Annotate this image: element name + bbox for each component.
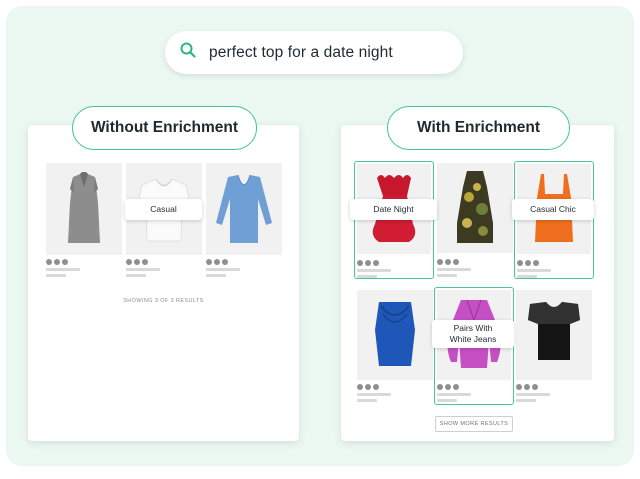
product-image-grey-sleeveless-top[interactable] [46, 163, 122, 255]
price-placeholder [46, 274, 66, 277]
product-image-black-lace-top[interactable] [516, 290, 592, 380]
search-bar[interactable]: perfect top for a date night [165, 31, 463, 74]
price-placeholder [206, 274, 226, 277]
price-placeholder [126, 274, 146, 277]
tag-casual: Casual [125, 199, 202, 220]
tag-date-night: Date Night [350, 199, 437, 220]
color-swatches[interactable] [206, 259, 228, 265]
product-card[interactable] [357, 290, 433, 405]
color-swatches[interactable] [46, 259, 68, 265]
product-card[interactable] [516, 290, 592, 405]
title-placeholder [357, 393, 391, 396]
product-card[interactable] [206, 163, 282, 278]
search-query[interactable]: perfect top for a date night [209, 44, 393, 62]
with-enrichment-title: With Enrichment [387, 106, 570, 150]
color-swatches[interactable] [437, 259, 459, 265]
product-card[interactable] [46, 163, 122, 278]
color-swatches[interactable] [517, 260, 539, 266]
search-icon [179, 41, 197, 64]
title-placeholder [126, 268, 160, 271]
price-placeholder [437, 274, 457, 277]
color-swatches[interactable] [357, 260, 379, 266]
product-card-highlighted[interactable] [354, 161, 434, 279]
color-swatches[interactable] [126, 259, 148, 265]
product-image-blue-cowl-top[interactable] [357, 290, 433, 380]
color-swatches[interactable] [357, 384, 379, 390]
price-placeholder [357, 275, 377, 278]
price-placeholder [437, 399, 457, 402]
without-enrichment-title: Without Enrichment [72, 106, 257, 150]
show-more-results-button[interactable]: SHOW MORE RESULTS [435, 416, 513, 432]
title-placeholder [437, 393, 471, 396]
title-placeholder [206, 268, 240, 271]
tag-casual-chic: Casual Chic [512, 199, 594, 220]
product-card-highlighted[interactable] [514, 161, 594, 279]
title-placeholder [437, 268, 471, 271]
price-placeholder [357, 399, 377, 402]
title-placeholder [46, 268, 80, 271]
title-placeholder [357, 269, 391, 272]
color-swatches[interactable] [516, 384, 538, 390]
price-placeholder [516, 399, 536, 402]
product-image-blue-long-sleeve[interactable] [206, 163, 282, 255]
product-card[interactable] [437, 163, 513, 278]
title-placeholder [517, 269, 551, 272]
results-count: SHOWING 3 OF 3 RESULTS [123, 298, 204, 304]
color-swatches[interactable] [437, 384, 459, 390]
title-placeholder [516, 393, 550, 396]
product-image-printed-halter-top[interactable] [437, 163, 513, 253]
price-placeholder [517, 275, 537, 278]
tag-pairs-with-white-jeans: Pairs With White Jeans [432, 320, 514, 348]
product-card[interactable] [126, 163, 202, 278]
